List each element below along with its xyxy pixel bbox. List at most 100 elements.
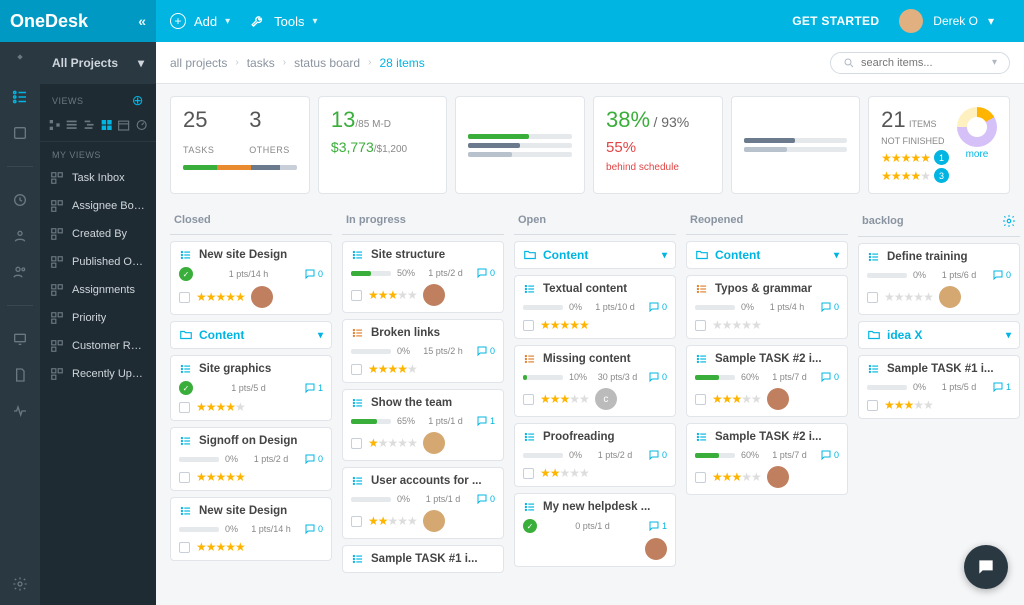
doc-icon[interactable] — [11, 366, 29, 384]
comment-count[interactable]: 0 — [304, 453, 323, 465]
task-card[interactable]: Sample TASK #2 i...60%1 pts/7 d0★★★★★ — [686, 345, 848, 417]
tools-button[interactable]: Tools ▾ — [250, 13, 317, 29]
monitor-icon[interactable] — [11, 330, 29, 348]
calendar-view-icon[interactable] — [117, 117, 130, 133]
task-card[interactable]: Sample TASK #1 i...0%1 pts/5 d1★★★★★ — [858, 355, 1020, 419]
comment-count[interactable]: 0 — [648, 301, 667, 313]
checkbox[interactable] — [179, 292, 190, 303]
task-card[interactable]: New site Design✓1 pts/14 h0★★★★★ — [170, 241, 332, 315]
checkbox[interactable] — [179, 402, 190, 413]
more-link[interactable]: more — [966, 149, 989, 160]
list-icon[interactable] — [11, 88, 29, 106]
comment-count[interactable]: 0 — [476, 493, 495, 505]
user-icon[interactable] — [11, 227, 29, 245]
checkbox[interactable] — [867, 292, 878, 303]
task-card[interactable]: My new helpdesk ...✓0 pts/1 d1 — [514, 493, 676, 567]
breadcrumb-item[interactable]: 28 items — [379, 56, 424, 70]
clock-icon[interactable] — [11, 191, 29, 209]
sidebar-project-selector[interactable]: All Projects ▾ — [40, 42, 156, 84]
checkbox[interactable] — [523, 468, 534, 479]
add-button[interactable]: + Add ▾ — [170, 13, 230, 29]
gear-icon[interactable] — [11, 575, 29, 593]
add-view-icon[interactable]: ⊕ — [132, 92, 144, 109]
comment-count[interactable]: 0 — [648, 371, 667, 383]
task-card[interactable]: Show the team65%1 pts/1 d1★★★★★ — [342, 389, 504, 461]
chevron-down-icon[interactable]: ▾ — [1006, 330, 1011, 341]
chevron-down-icon[interactable]: ▾ — [992, 57, 997, 68]
task-card[interactable]: Site structure50%1 pts/2 d0★★★★★ — [342, 241, 504, 313]
checkbox[interactable] — [179, 542, 190, 553]
gear-icon[interactable] — [1002, 214, 1016, 228]
task-card[interactable]: Textual content0%1 pts/10 d0★★★★★ — [514, 275, 676, 339]
checkbox[interactable] — [523, 320, 534, 331]
user-menu[interactable]: Derek O ▾ — [899, 9, 1010, 33]
get-started-button[interactable]: GET STARTED — [792, 14, 879, 28]
checkbox[interactable] — [351, 290, 362, 301]
checkbox[interactable] — [695, 394, 706, 405]
comment-count[interactable]: 0 — [304, 523, 323, 535]
task-card[interactable]: Site graphics✓1 pts/5 d1★★★★★ — [170, 355, 332, 421]
group-card[interactable]: Content▾ — [686, 241, 848, 269]
chevron-down-icon[interactable]: ▾ — [662, 250, 667, 261]
group-card[interactable]: Content▾ — [514, 241, 676, 269]
comment-count[interactable]: 1 — [476, 415, 495, 427]
comment-count[interactable]: 0 — [820, 371, 839, 383]
board-view-icon[interactable] — [100, 117, 113, 133]
task-card[interactable]: Proofreading0%1 pts/2 d0★★★★★ — [514, 423, 676, 487]
diamond-icon[interactable] — [11, 52, 29, 70]
comment-count[interactable]: 0 — [992, 269, 1011, 281]
comment-count[interactable]: 0 — [648, 449, 667, 461]
search-input-wrapper[interactable]: ▾ — [830, 52, 1010, 74]
comment-count[interactable]: 1 — [648, 520, 667, 532]
box-icon[interactable] — [11, 124, 29, 142]
task-card[interactable]: Signoff on Design0%1 pts/2 d0★★★★★ — [170, 427, 332, 491]
sidebar-item[interactable]: Assignments — [40, 276, 156, 304]
task-card[interactable]: New site Design0%1 pts/14 h0★★★★★ — [170, 497, 332, 561]
checkbox[interactable] — [351, 438, 362, 449]
comment-count[interactable]: 0 — [476, 345, 495, 357]
comment-count[interactable]: 0 — [820, 449, 839, 461]
chevron-down-icon[interactable]: ▾ — [834, 250, 839, 261]
comment-count[interactable]: 0 — [304, 268, 323, 280]
checkbox[interactable] — [351, 516, 362, 527]
checkbox[interactable] — [695, 472, 706, 483]
checkbox[interactable] — [351, 364, 362, 375]
sidebar-item[interactable]: Priority — [40, 304, 156, 332]
breadcrumb-item[interactable]: status board — [294, 56, 360, 70]
comment-count[interactable]: 0 — [820, 301, 839, 313]
sidebar-item[interactable]: Assignee Board — [40, 192, 156, 220]
chevron-down-icon[interactable]: ▾ — [318, 330, 323, 341]
sidebar-item[interactable]: Published On P... — [40, 248, 156, 276]
search-input[interactable] — [861, 57, 992, 69]
task-card[interactable]: User accounts for ...0%1 pts/1 d0★★★★★ — [342, 467, 504, 539]
chat-bubble[interactable] — [964, 545, 1008, 589]
group-card[interactable]: idea X▾ — [858, 321, 1020, 349]
breadcrumb-item[interactable]: tasks — [247, 56, 275, 70]
checkbox[interactable] — [179, 472, 190, 483]
task-card[interactable]: Sample TASK #2 i...60%1 pts/7 d0★★★★★ — [686, 423, 848, 495]
collapse-icon[interactable]: « — [138, 13, 146, 29]
dashboard-view-icon[interactable] — [135, 117, 148, 133]
activity-icon[interactable] — [11, 402, 29, 420]
sidebar-item[interactable]: Created By — [40, 220, 156, 248]
sidebar-item[interactable]: Task Inbox — [40, 164, 156, 192]
comment-count[interactable]: 1 — [304, 382, 323, 394]
sidebar-item[interactable]: Customer Req... — [40, 332, 156, 360]
task-card[interactable]: Missing content10%30 pts/3 d0★★★★★c — [514, 345, 676, 417]
comment-count[interactable]: 1 — [992, 381, 1011, 393]
gantt-view-icon[interactable] — [83, 117, 96, 133]
task-card[interactable]: Broken links0%15 pts/2 h0★★★★★ — [342, 319, 504, 383]
sidebar-item[interactable]: Recently Upda... — [40, 360, 156, 388]
comment-count[interactable]: 0 — [476, 267, 495, 279]
checkbox[interactable] — [867, 400, 878, 411]
group-card[interactable]: Content▾ — [170, 321, 332, 349]
task-card[interactable]: Sample TASK #1 i... — [342, 545, 504, 573]
checkbox[interactable] — [523, 394, 534, 405]
tree-view-icon[interactable] — [48, 117, 61, 133]
task-card[interactable]: Typos & grammar0%1 pts/4 h0★★★★★ — [686, 275, 848, 339]
users-icon[interactable] — [11, 263, 29, 281]
flat-view-icon[interactable] — [65, 117, 78, 133]
task-card[interactable]: Define training0%1 pts/6 d0★★★★★ — [858, 243, 1020, 315]
checkbox[interactable] — [695, 320, 706, 331]
breadcrumb-item[interactable]: all projects — [170, 56, 227, 70]
